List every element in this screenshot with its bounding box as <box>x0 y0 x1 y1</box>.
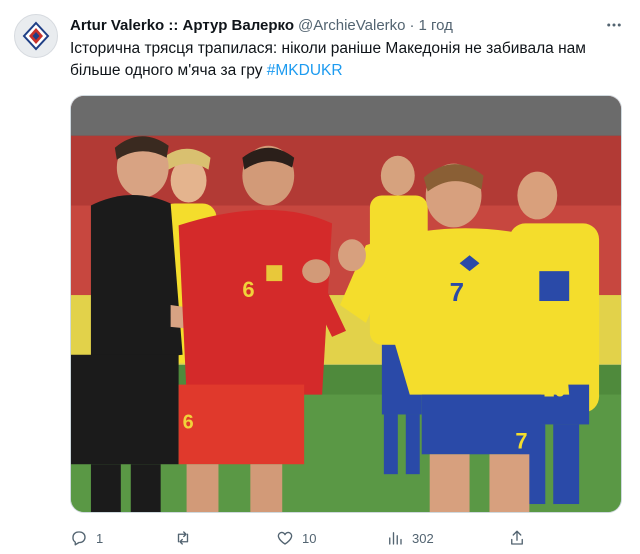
tweet-photo[interactable]: 10 6 6 <box>70 95 622 513</box>
avatar[interactable] <box>14 14 58 58</box>
author-handle[interactable]: @ArchieValerko <box>298 17 406 34</box>
shorts-number: 6 <box>183 411 194 433</box>
views-icon <box>389 532 402 545</box>
separator-dot: · <box>409 16 415 34</box>
tweet-text: Історична трясця трапилася: ніколи раніш… <box>70 38 626 82</box>
like-count: 10 <box>302 530 317 546</box>
views-button[interactable]: 302 <box>386 529 434 547</box>
reply-button[interactable]: 1 <box>70 529 103 547</box>
football-photo: 10 6 6 <box>71 96 621 512</box>
stadium-roof <box>71 96 621 136</box>
more-button[interactable] <box>602 14 626 36</box>
retweet-icon <box>177 531 189 545</box>
hashtag-link[interactable]: #MKDUKR <box>267 62 343 79</box>
author-name[interactable]: Artur Valerko :: Артур Валерко <box>70 17 294 34</box>
reply-icon <box>72 531 86 546</box>
views-count: 302 <box>412 530 434 546</box>
share-icon <box>511 530 523 545</box>
reply-count: 1 <box>96 530 104 546</box>
more-icon <box>607 23 621 27</box>
heart-icon <box>277 531 293 545</box>
jersey-number: 6 <box>242 277 254 302</box>
tweet-time[interactable]: 1 год <box>419 17 453 34</box>
avatar-logo-icon <box>22 21 50 51</box>
tweet-actions: 1 10 302 <box>70 525 626 551</box>
tweet-header: Artur Valerko :: Артур Валерко @ArchieVa… <box>70 14 600 36</box>
retweet-button[interactable] <box>174 529 200 547</box>
like-button[interactable]: 10 <box>276 529 316 547</box>
shorts-number: 7 <box>515 428 527 453</box>
jersey-number: 7 <box>450 279 464 307</box>
share-button[interactable] <box>508 529 526 547</box>
tweet: Artur Valerko :: Артур Валерко @ArchieVa… <box>0 0 640 554</box>
